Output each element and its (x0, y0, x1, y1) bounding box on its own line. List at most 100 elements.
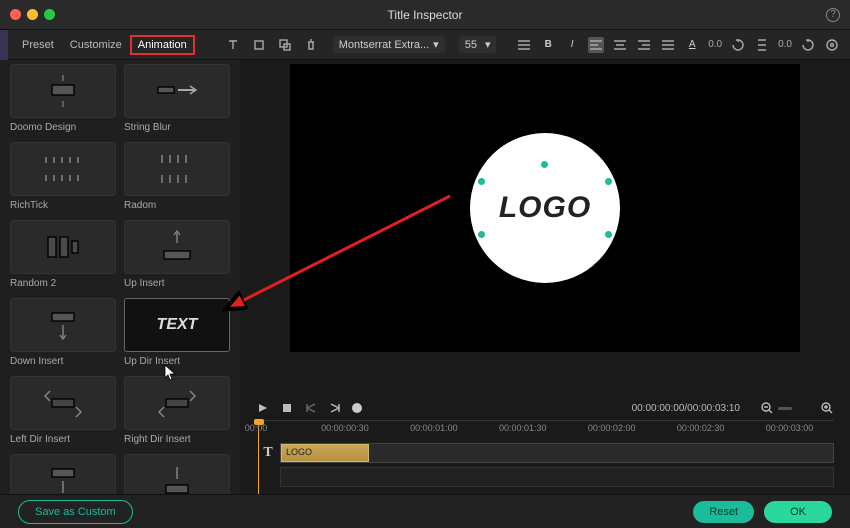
tab-customize[interactable]: Customize (62, 35, 130, 55)
animation-preset[interactable]: RichTick (10, 142, 116, 214)
crop-tool-icon[interactable] (251, 37, 267, 53)
transport-bar: 00:00:00:00/00:00:03:10 (240, 396, 850, 420)
selection-handle[interactable] (478, 178, 485, 185)
ruler-tick: 00:00:01:30 (499, 423, 547, 433)
text-tool-icon[interactable] (225, 37, 241, 53)
align-center-icon[interactable] (612, 37, 628, 53)
animation-sidebar: Doomo Design String Blur RichTick Radom Rand… (0, 60, 240, 494)
spacing-reset-icon[interactable] (730, 37, 746, 53)
animation-thumb[interactable] (10, 142, 116, 196)
track-lane-empty[interactable] (280, 467, 834, 487)
titlebar: Title Inspector ? (0, 0, 850, 30)
animation-label: Radom (124, 200, 230, 214)
track-lane[interactable]: LOGO (280, 443, 834, 463)
animation-preset[interactable]: Random 2 (10, 220, 116, 292)
animation-thumb[interactable] (124, 454, 230, 494)
animation-thumb[interactable]: TEXT (124, 298, 230, 352)
animation-label: Down Insert (10, 356, 116, 370)
ruler-tick: 00:00 (245, 423, 268, 433)
maximize-window-button[interactable] (44, 9, 55, 20)
animation-preset[interactable]: String Blur (124, 64, 230, 136)
clip-label: LOGO (286, 447, 312, 457)
delete-icon[interactable] (303, 37, 319, 53)
spacing-value[interactable]: 0.0 (708, 39, 722, 50)
font-family-label: Montserrat Extra... (339, 39, 429, 51)
align-left-icon[interactable] (588, 37, 604, 53)
ruler-tick: 00:00:00:30 (321, 423, 369, 433)
leading-reset-icon[interactable] (800, 37, 816, 53)
animation-preset[interactable]: Right Dir Insert (124, 376, 230, 448)
animation-label: Right Dir Insert (124, 434, 230, 448)
animation-thumb[interactable] (10, 376, 116, 430)
align-justify-icon[interactable] (660, 37, 676, 53)
animation-preset[interactable]: TEXT Up Dir Insert (124, 298, 230, 370)
minimize-window-button[interactable] (27, 9, 38, 20)
indent-icon[interactable] (516, 37, 532, 53)
scrub-handle[interactable] (352, 403, 362, 413)
footer: Save as Custom Reset OK (0, 494, 850, 528)
animation-thumb[interactable] (10, 220, 116, 274)
tab-animation[interactable]: Animation (130, 35, 195, 55)
animation-preset[interactable] (10, 454, 116, 494)
animation-label: RichTick (10, 200, 116, 214)
zoom-in-icon[interactable] (820, 401, 834, 415)
selection-handle[interactable] (478, 231, 485, 238)
timeline: 00:0000:00:00:3000:00:01:0000:00:01:3000… (240, 420, 850, 494)
selection-handle[interactable] (605, 178, 612, 185)
animation-label: Up Dir Insert (124, 356, 230, 370)
help-icon[interactable]: ? (826, 8, 840, 22)
scrub-bar[interactable] (352, 405, 552, 411)
align-right-icon[interactable] (636, 37, 652, 53)
play-button[interactable] (256, 401, 270, 415)
title-clip[interactable]: LOGO (281, 444, 369, 462)
leading-value[interactable]: 0.0 (778, 39, 792, 50)
font-family-select[interactable]: Montserrat Extra... ▾ (333, 36, 445, 53)
animation-preset[interactable]: Radom (124, 142, 230, 214)
selection-handle[interactable] (605, 231, 612, 238)
close-window-button[interactable] (10, 9, 21, 20)
bold-icon[interactable]: B (540, 37, 556, 53)
animation-thumb[interactable] (10, 454, 116, 494)
ruler-tick: 00:00:02:00 (588, 423, 636, 433)
zoom-slider[interactable] (778, 407, 792, 410)
animation-thumb[interactable] (124, 142, 230, 196)
animation-label: String Blur (124, 122, 230, 136)
animation-thumb[interactable] (124, 64, 230, 118)
animation-label: Random 2 (10, 278, 116, 292)
transform-tool-icon[interactable] (277, 37, 293, 53)
prev-frame-button[interactable] (304, 401, 318, 415)
save-as-custom-button[interactable]: Save as Custom (18, 500, 133, 524)
font-size-select[interactable]: 55 ▾ (459, 36, 497, 53)
timecode-display: 00:00:00:00/00:00:03:10 (632, 403, 740, 414)
selection-handle[interactable] (541, 161, 548, 168)
animation-label: Up Insert (124, 278, 230, 292)
animation-thumb[interactable] (10, 298, 116, 352)
animation-preset[interactable]: Up Insert (124, 220, 230, 292)
chevron-down-icon: ▾ (433, 38, 439, 51)
tab-preset[interactable]: Preset (14, 35, 62, 55)
animation-thumb[interactable] (10, 64, 116, 118)
preview-canvas[interactable]: LOGO (290, 64, 800, 352)
animation-label: Doomo Design (10, 122, 116, 136)
italic-icon[interactable]: I (564, 37, 580, 53)
animation-thumb[interactable] (124, 376, 230, 430)
timeline-ruler[interactable]: 00:0000:00:00:3000:00:01:0000:00:01:3000… (256, 420, 834, 440)
animation-preset[interactable]: Left Dir Insert (10, 376, 116, 448)
text-track-icon: T (256, 445, 280, 461)
ok-button[interactable]: OK (764, 501, 832, 523)
logo-object[interactable]: LOGO (470, 133, 620, 283)
animation-preset[interactable]: Down Insert (10, 298, 116, 370)
settings-icon[interactable] (824, 37, 840, 53)
stop-button[interactable] (280, 401, 294, 415)
animation-preset[interactable]: Doomo Design (10, 64, 116, 136)
animation-thumb[interactable] (124, 220, 230, 274)
zoom-out-icon[interactable] (760, 401, 774, 415)
animation-preset[interactable] (124, 454, 230, 494)
animation-label: Left Dir Insert (10, 434, 116, 448)
reset-button[interactable]: Reset (693, 501, 754, 523)
chevron-down-icon: ▾ (485, 38, 491, 51)
leading-icon[interactable] (754, 37, 770, 53)
ruler-tick: 00:00:03:00 (766, 423, 814, 433)
text-style-icon[interactable]: A (684, 37, 700, 53)
next-frame-button[interactable] (328, 401, 342, 415)
